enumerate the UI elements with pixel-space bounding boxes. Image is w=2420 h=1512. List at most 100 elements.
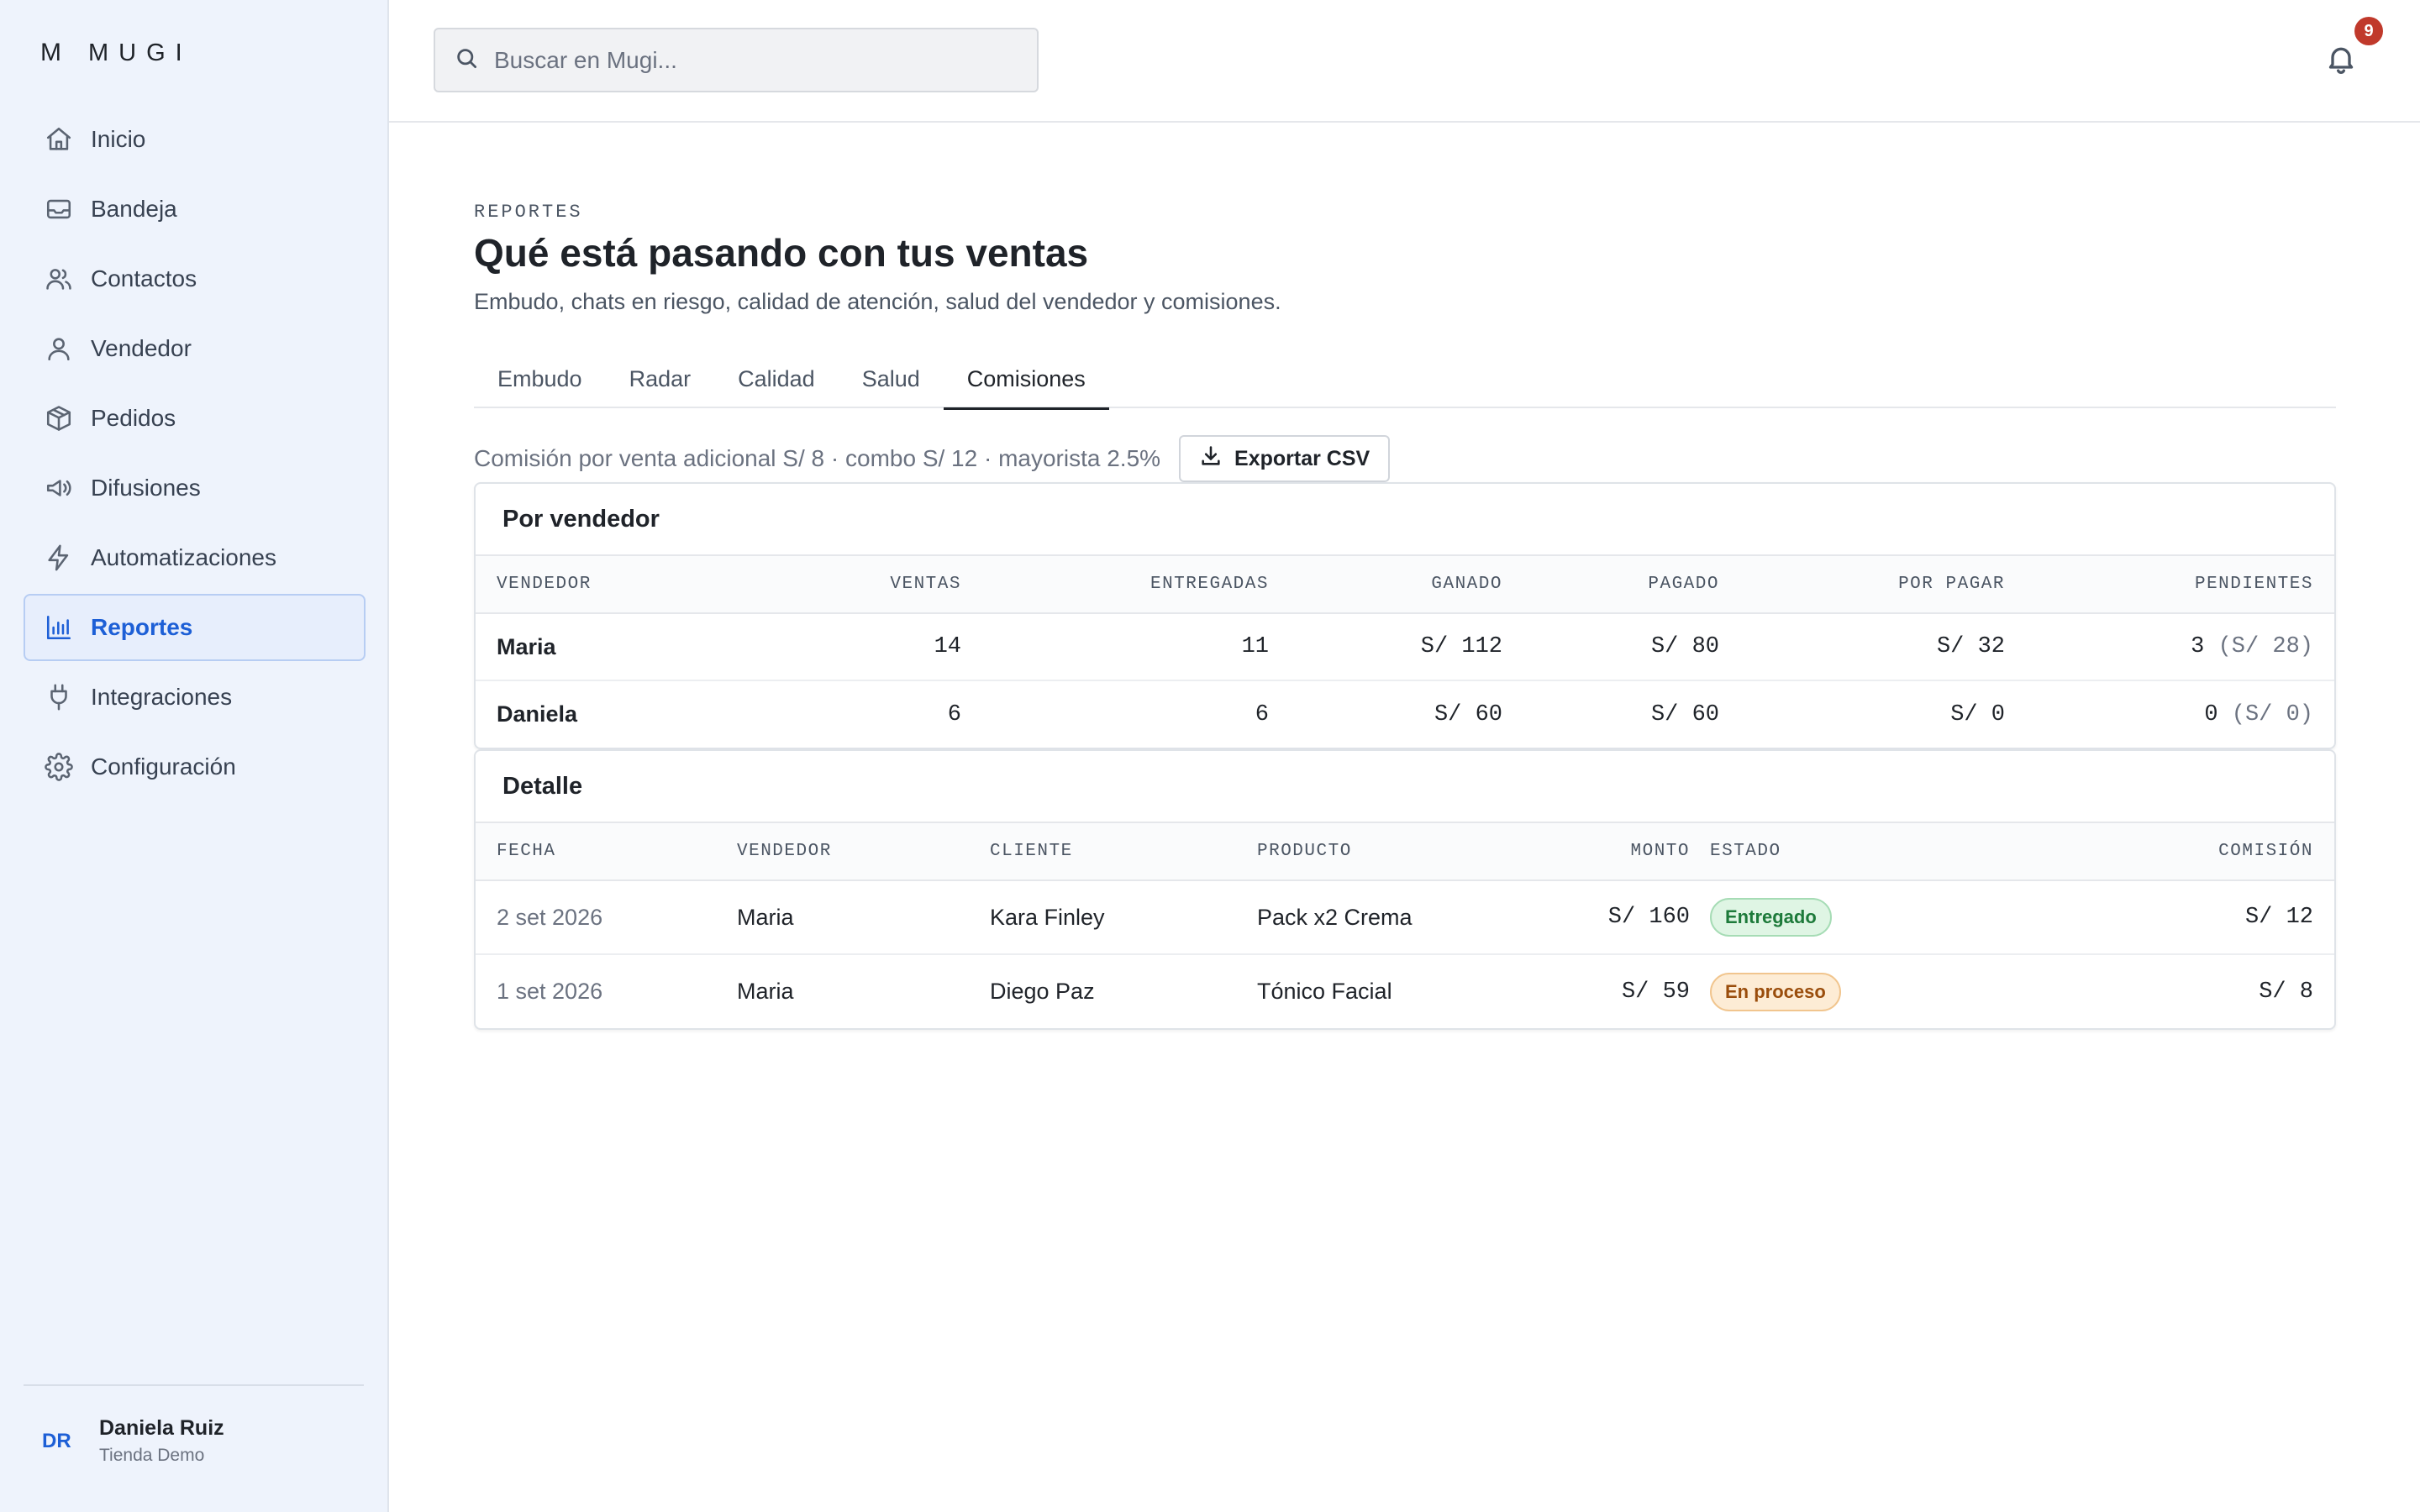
status-badge: En proceso bbox=[1710, 972, 1841, 1011]
avatar: DR bbox=[42, 1429, 71, 1452]
table-header-row: FECHA VENDEDOR CLIENTE PRODUCTO MONTO ES… bbox=[476, 823, 2334, 881]
column-header[interactable]: COMISIÓN bbox=[2046, 823, 2334, 881]
sales-count: 6 bbox=[947, 701, 961, 727]
page-subtitle: Embudo, chats en riesgo, calidad de aten… bbox=[474, 289, 1281, 314]
topbar: 9 bbox=[389, 0, 2420, 123]
column-header[interactable]: ESTADO bbox=[1710, 823, 2046, 881]
sidebar-item-label: Reportes bbox=[91, 614, 193, 640]
seller-name: Maria bbox=[476, 613, 728, 681]
users-icon bbox=[44, 264, 74, 294]
table-row[interactable]: Maria 14 11 S/ 112 S/ 80 S/ 32 3 (S/ 28) bbox=[476, 613, 2334, 681]
paid-amount: S/ 80 bbox=[1502, 613, 1719, 681]
sidebar-item-integraciones[interactable]: Integraciones bbox=[24, 664, 366, 731]
gear-icon bbox=[44, 752, 74, 782]
column-header[interactable]: MONTO bbox=[1526, 823, 1710, 881]
search-icon bbox=[454, 45, 479, 75]
pending-cell: 3 (S/ 28) bbox=[2005, 613, 2334, 681]
detail-table: FECHA VENDEDOR CLIENTE PRODUCTO MONTO ES… bbox=[476, 823, 2334, 1028]
sidebar-item-vendedor[interactable]: Vendedor bbox=[24, 315, 366, 382]
sidebar-item-difusiones[interactable]: Difusiones bbox=[24, 454, 366, 522]
column-header[interactable]: PENDIENTES bbox=[2005, 556, 2334, 614]
tab-salud[interactable]: Salud bbox=[839, 349, 944, 408]
product-name: Pack x2 Crema bbox=[1257, 880, 1526, 955]
paid-amount: S/ 60 bbox=[1650, 701, 1719, 727]
table-row[interactable]: Daniela 6 6 S/ 60 S/ 60 S/ 0 0 (S/ 0) bbox=[476, 680, 2334, 748]
app-logo[interactable]: M MUGI bbox=[40, 39, 192, 67]
by-seller-table: VENDEDOR VENTAS ENTREGADAS GANADO PAGADO… bbox=[476, 556, 2334, 748]
status-cell: Entregado bbox=[1710, 880, 2046, 955]
sidebar-item-configuracion[interactable]: Configuración bbox=[24, 733, 366, 801]
user-profile[interactable]: DR Daniela Ruiz Tienda Demo bbox=[42, 1416, 224, 1466]
sidebar-item-bandeja[interactable]: Bandeja bbox=[24, 176, 366, 243]
column-header[interactable]: GANADO bbox=[1269, 556, 1502, 614]
pending-cell: 0 (S/ 0) bbox=[2005, 680, 2334, 748]
inbox-icon bbox=[44, 194, 74, 224]
home-icon bbox=[44, 124, 74, 155]
search-input[interactable] bbox=[494, 46, 1032, 74]
column-header[interactable]: VENTAS bbox=[728, 556, 961, 614]
sidebar-item-automatizaciones[interactable]: Automatizaciones bbox=[24, 524, 366, 591]
column-header[interactable]: PRODUCTO bbox=[1257, 823, 1526, 881]
tab-comisiones[interactable]: Comisiones bbox=[943, 349, 1109, 410]
delivered-count: 11 bbox=[961, 613, 1269, 681]
sidebar: M MUGI Inicio Bandeja Contactos Vendedor… bbox=[0, 0, 389, 1512]
sales-count: 14 bbox=[728, 613, 961, 681]
detail-card: Detalle FECHA VENDEDOR CLIENTE PRODUCTO … bbox=[474, 749, 2336, 1030]
page-title: Qué está pasando con tus ventas bbox=[474, 231, 1089, 275]
column-header[interactable]: VENDEDOR bbox=[476, 556, 728, 614]
sale-date: 2 set 2026 bbox=[476, 880, 737, 955]
delivered-count: 6 bbox=[1255, 701, 1269, 727]
table-row[interactable]: 2 set 2026 Maria Kara Finley Pack x2 Cre… bbox=[476, 880, 2334, 955]
bolt-icon bbox=[44, 543, 74, 573]
sidebar-item-contactos[interactable]: Contactos bbox=[24, 245, 366, 312]
column-header[interactable]: ENTREGADAS bbox=[961, 556, 1269, 614]
status-cell: En proceso bbox=[1710, 954, 2046, 1028]
user-name: Daniela Ruiz bbox=[99, 1416, 224, 1440]
seller-name: Maria bbox=[737, 880, 990, 955]
column-header[interactable]: CLIENTE bbox=[990, 823, 1257, 881]
seller-name: Maria bbox=[737, 979, 794, 1004]
client-name: Diego Paz bbox=[990, 979, 1095, 1004]
sidebar-item-reportes[interactable]: Reportes bbox=[24, 594, 366, 661]
user-icon bbox=[44, 333, 74, 364]
megaphone-icon bbox=[44, 473, 74, 503]
tab-calidad[interactable]: Calidad bbox=[714, 349, 839, 408]
bell-icon bbox=[2324, 47, 2358, 81]
sidebar-item-label: Integraciones bbox=[91, 684, 233, 710]
tab-embudo[interactable]: Embudo bbox=[474, 349, 606, 408]
column-header[interactable]: PAGADO bbox=[1502, 556, 1719, 614]
search-box[interactable] bbox=[434, 28, 1039, 92]
notifications-button[interactable]: 9 bbox=[2324, 17, 2383, 81]
bar-chart-icon bbox=[44, 612, 74, 643]
plug-icon bbox=[44, 682, 74, 712]
tab-radar[interactable]: Radar bbox=[606, 349, 715, 408]
package-icon bbox=[44, 403, 74, 433]
sidebar-item-label: Pedidos bbox=[91, 405, 176, 431]
report-tabs: Embudo Radar Calidad Salud Comisiones bbox=[474, 349, 2336, 410]
column-header[interactable]: VENDEDOR bbox=[737, 823, 990, 881]
table-row[interactable]: 1 set 2026 Maria Diego Paz Tónico Facial… bbox=[476, 954, 2334, 1028]
pending-amount: (S/ 28) bbox=[2217, 634, 2313, 659]
sale-amount: S/ 59 bbox=[1621, 979, 1690, 1005]
commission-toolbar: Comisión por venta adicional S/ 8 · comb… bbox=[474, 435, 1391, 482]
user-store: Tienda Demo bbox=[99, 1446, 205, 1465]
card-title: Detalle bbox=[476, 751, 2334, 823]
sidebar-item-inicio[interactable]: Inicio bbox=[24, 106, 366, 173]
table-header-row: VENDEDOR VENTAS ENTREGADAS GANADO PAGADO… bbox=[476, 556, 2334, 614]
export-csv-button[interactable]: Exportar CSV bbox=[1179, 435, 1391, 482]
product-name: Tónico Facial bbox=[1257, 979, 1392, 1004]
sidebar-divider bbox=[24, 1384, 364, 1386]
sidebar-item-label: Difusiones bbox=[91, 475, 201, 501]
commission-amount: S/ 8 bbox=[2259, 979, 2313, 1005]
column-header[interactable]: POR PAGAR bbox=[1719, 556, 2005, 614]
sidebar-nav: Inicio Bandeja Contactos Vendedor Pedido… bbox=[24, 106, 366, 803]
sale-date: 1 set 2026 bbox=[497, 979, 603, 1004]
earned-amount: S/ 112 bbox=[1269, 613, 1502, 681]
column-header[interactable]: FECHA bbox=[476, 823, 737, 881]
sidebar-item-label: Automatizaciones bbox=[91, 544, 277, 570]
logo-name: MUGI bbox=[88, 39, 192, 66]
to-pay-amount: S/ 0 bbox=[1950, 701, 2005, 727]
sale-amount: S/ 160 bbox=[1526, 880, 1710, 955]
sidebar-item-label: Inicio bbox=[91, 126, 146, 152]
sidebar-item-pedidos[interactable]: Pedidos bbox=[24, 385, 366, 452]
